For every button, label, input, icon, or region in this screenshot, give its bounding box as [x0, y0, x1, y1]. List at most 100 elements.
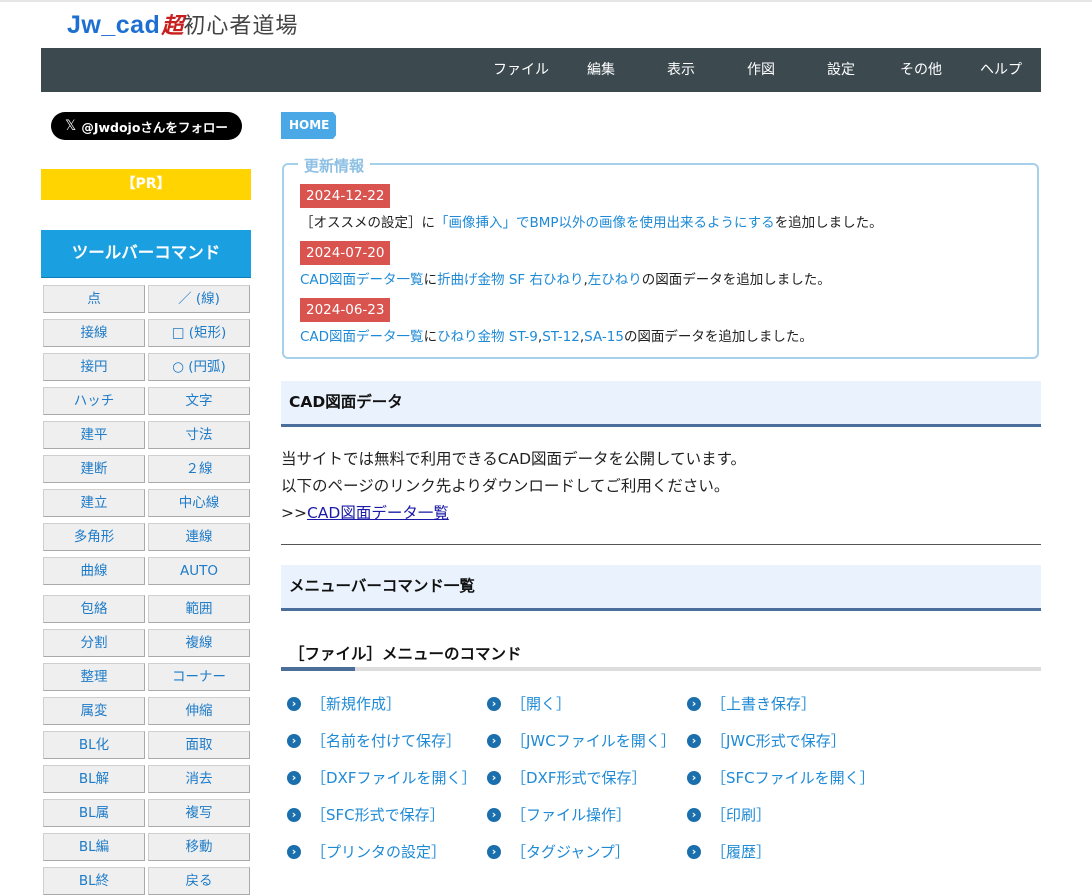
- news-text-segment: の図面データを追加しました。: [641, 272, 831, 288]
- x-follow-button[interactable]: 𝕏 @Jwdojoさんをフォロー: [51, 112, 242, 140]
- file-command-link[interactable]: › ［履歴］: [687, 841, 771, 862]
- toolbar-command-button[interactable]: BL属: [43, 799, 145, 827]
- breadcrumb-home[interactable]: HOME: [281, 112, 336, 139]
- news-link[interactable]: CAD図面データ一覧: [300, 329, 424, 345]
- toolbar-command-button[interactable]: ハッチ: [43, 387, 145, 415]
- nav-file[interactable]: ファイル: [493, 48, 549, 92]
- file-command-label: ［新規作成］: [311, 695, 402, 713]
- chevron-right-icon: ›: [487, 807, 501, 822]
- file-command-link[interactable]: › ［上書き保存］: [687, 693, 816, 714]
- nav-edit[interactable]: 編集: [587, 48, 615, 92]
- toolbar-command-button[interactable]: 建立: [43, 489, 145, 517]
- file-command-link[interactable]: › ［名前を付けて保存］: [287, 730, 461, 751]
- toolbar-command-button[interactable]: BL終: [43, 867, 145, 895]
- file-command-link[interactable]: › ［JWCファイルを開く］: [487, 730, 676, 751]
- news-text-segment: を追加しました。: [774, 215, 883, 231]
- toolbar-command-button[interactable]: BL解: [43, 765, 145, 793]
- news-text-segment: ［オススメの設定］に: [300, 215, 435, 231]
- file-command-link[interactable]: › ［DXFファイルを開く］: [287, 767, 476, 788]
- file-command-label: ［ファイル操作］: [511, 806, 632, 824]
- toolbar-command-button[interactable]: ／ (線): [148, 285, 250, 313]
- file-command-link[interactable]: › ［SFC形式で保存］: [287, 804, 445, 825]
- toolbar-command-button[interactable]: 面取: [148, 731, 250, 759]
- toolbar-command-button[interactable]: AUTO: [148, 557, 250, 585]
- subheading-underline: [281, 667, 1041, 671]
- nav-other[interactable]: その他: [900, 48, 942, 92]
- news-link[interactable]: 「画像挿入」でBMP以外の画像を使用出来るようにする: [435, 215, 775, 231]
- toolbar-command-button[interactable]: 整理: [43, 663, 145, 691]
- cad-list-link[interactable]: CAD図面データ一覧: [307, 504, 449, 522]
- file-command-label: ［開く］: [511, 695, 572, 713]
- file-command-link[interactable]: › ［ファイル操作］: [487, 804, 631, 825]
- chevron-right-icon: ›: [687, 696, 701, 711]
- file-menu-title: ［ファイル］メニューのコマンド: [289, 645, 522, 663]
- news-link[interactable]: 折曲げ金物 SF 右ひねり: [437, 272, 583, 288]
- pr-banner: 【PR】: [41, 169, 251, 200]
- logo-text-jwcad: Jw_cad: [67, 11, 161, 39]
- file-command-link[interactable]: › ［開く］: [487, 693, 571, 714]
- toolbar-command-button[interactable]: 建平: [43, 421, 145, 449]
- site-logo[interactable]: Jw_cad 超 初心者道場: [67, 8, 298, 42]
- file-command-label: ［DXFファイルを開く］: [311, 769, 477, 787]
- file-command-link[interactable]: › ［SFCファイルを開く］: [687, 767, 875, 788]
- toolbar-command-button[interactable]: 分割: [43, 629, 145, 657]
- main-nav: ファイル 編集 表示 作図 設定 その他 ヘルプ: [41, 48, 1041, 92]
- chevron-right-icon: ›: [487, 733, 501, 748]
- news-link[interactable]: ひねり金物 ST-9: [437, 329, 538, 345]
- file-command-link[interactable]: › ［印刷］: [687, 804, 771, 825]
- toolbar-commands-heading: ツールバーコマンド: [41, 230, 251, 278]
- toolbar-command-button[interactable]: 包絡: [43, 595, 145, 623]
- toolbar-command-button[interactable]: 連線: [148, 523, 250, 551]
- nav-settings[interactable]: 設定: [827, 48, 855, 92]
- toolbar-command-button[interactable]: ２線: [148, 455, 250, 483]
- toolbar-command-button[interactable]: 寸法: [148, 421, 250, 449]
- toolbar-command-button[interactable]: 複写: [148, 799, 250, 827]
- news-link[interactable]: CAD図面データ一覧: [300, 272, 424, 288]
- news-link[interactable]: 左ひねり: [588, 272, 642, 288]
- toolbar-command-button[interactable]: BL編: [43, 833, 145, 861]
- breadcrumb: HOME: [281, 112, 344, 139]
- file-command-link[interactable]: › ［DXF形式で保存］: [487, 767, 646, 788]
- news-link[interactable]: SA-15: [584, 329, 624, 345]
- news-legend: 更新情報: [298, 155, 371, 176]
- file-command-link[interactable]: › ［タグジャンプ］: [487, 841, 630, 862]
- chevron-right-icon: ›: [487, 844, 501, 859]
- follow-label: @Jwdojoさんをフォロー: [81, 119, 228, 135]
- toolbar-command-button[interactable]: 文字: [148, 387, 250, 415]
- news-entry: 2024-06-23 CAD図面データ一覧にひねり金物 ST-9,ST-12,SA…: [300, 298, 813, 345]
- toolbar-command-button[interactable]: 接線: [43, 319, 145, 347]
- file-command-link[interactable]: › ［JWC形式で保存］: [687, 730, 846, 751]
- file-command-label: ［プリンタの設定］: [311, 843, 447, 861]
- cad-section-heading: CAD図面データ: [281, 381, 1041, 427]
- toolbar-command-button[interactable]: □ (矩形): [148, 319, 250, 347]
- news-text-segment: に: [423, 272, 438, 288]
- toolbar-command-button[interactable]: 複線: [148, 629, 250, 657]
- file-command-link[interactable]: › ［新規作成］: [287, 693, 401, 714]
- toolbar-command-button[interactable]: 属変: [43, 697, 145, 725]
- toolbar-command-button[interactable]: 点: [43, 285, 145, 313]
- toolbar-command-button[interactable]: 曲線: [43, 557, 145, 585]
- toolbar-command-button[interactable]: コーナー: [148, 663, 250, 691]
- toolbar-command-button[interactable]: 移動: [148, 833, 250, 861]
- toolbar-command-button[interactable]: 戻る: [148, 867, 250, 895]
- file-menu-subheading: ［ファイル］メニューのコマンド: [281, 638, 1041, 672]
- x-logo-icon: 𝕏: [65, 118, 77, 134]
- toolbar-command-button[interactable]: 範囲: [148, 595, 250, 623]
- nav-help[interactable]: ヘルプ: [980, 48, 1022, 92]
- chevron-right-icon: ›: [687, 807, 701, 822]
- nav-view[interactable]: 表示: [667, 48, 695, 92]
- chevron-right-icon: ›: [487, 770, 501, 785]
- nav-draw[interactable]: 作図: [747, 48, 775, 92]
- toolbar-command-button[interactable]: 多角形: [43, 523, 145, 551]
- toolbar-command-button[interactable]: 中心線: [148, 489, 250, 517]
- news-link[interactable]: ST-12: [542, 329, 580, 345]
- toolbar-command-button[interactable]: ○ (円弧): [148, 353, 250, 381]
- toolbar-command-button[interactable]: 消去: [148, 765, 250, 793]
- toolbar-command-button[interactable]: BL化: [43, 731, 145, 759]
- toolbar-command-button[interactable]: 建断: [43, 455, 145, 483]
- toolbar-command-button[interactable]: 伸縮: [148, 697, 250, 725]
- file-command-label: ［印刷］: [711, 806, 772, 824]
- file-command-label: ［上書き保存］: [711, 695, 817, 713]
- file-command-link[interactable]: › ［プリンタの設定］: [287, 841, 446, 862]
- toolbar-command-button[interactable]: 接円: [43, 353, 145, 381]
